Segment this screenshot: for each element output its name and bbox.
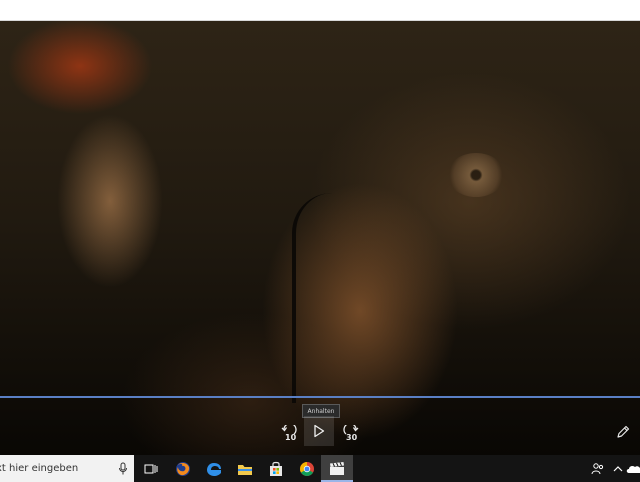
- taskbar-search-box[interactable]: xt hier eingeben: [0, 455, 134, 482]
- file-explorer-icon[interactable]: [235, 459, 255, 479]
- window-title-bar: [0, 0, 640, 21]
- people-icon[interactable]: [588, 459, 608, 479]
- skip-back-button[interactable]: 10: [277, 422, 301, 444]
- firefox-icon[interactable]: [173, 459, 193, 479]
- store-icon[interactable]: [266, 459, 286, 479]
- play-button[interactable]: [304, 416, 334, 446]
- video-frame[interactable]: [0, 21, 640, 455]
- microphone-icon[interactable]: [118, 462, 128, 476]
- skip-forward-label: 30: [346, 433, 358, 442]
- edge-icon[interactable]: [204, 459, 224, 479]
- chrome-icon[interactable]: [297, 459, 317, 479]
- onedrive-icon[interactable]: [624, 459, 640, 479]
- windows-taskbar: xt hier eingeben: [0, 455, 640, 482]
- search-placeholder: xt hier eingeben: [0, 463, 79, 474]
- movies-tv-icon[interactable]: [327, 459, 347, 479]
- skip-back-label: 10: [285, 433, 297, 442]
- task-view-icon[interactable]: [141, 459, 161, 479]
- pencil-icon: [617, 425, 630, 438]
- video-foreground-detail: [292, 193, 336, 403]
- edit-button[interactable]: [613, 422, 633, 442]
- play-icon: [314, 424, 325, 438]
- playback-controls: Anhalten 10 30: [0, 398, 640, 455]
- video-background-detail: [447, 153, 505, 197]
- skip-forward-button[interactable]: 30: [339, 422, 363, 444]
